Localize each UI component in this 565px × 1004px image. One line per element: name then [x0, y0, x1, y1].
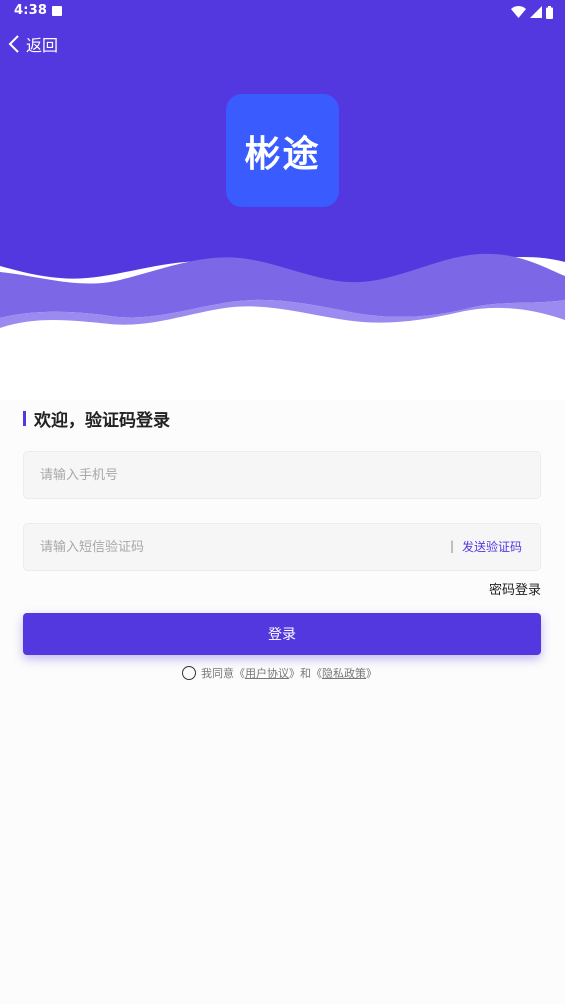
- privacy-policy-link[interactable]: 隐私政策: [322, 667, 366, 680]
- phone-field: [23, 451, 541, 499]
- back-label: 返回: [26, 36, 59, 55]
- status-bar: 4:38: [0, 0, 565, 24]
- sms-code-field: | 发送验证码: [23, 523, 541, 571]
- back-button[interactable]: 返回: [8, 32, 58, 56]
- hero-header: 4:38 返回 彬途: [0, 0, 565, 400]
- agreement-prefix: 我同意《: [201, 667, 245, 680]
- heading-text: 欢迎，验证码登录: [34, 411, 170, 431]
- login-heading: 欢迎，验证码登录: [23, 406, 170, 431]
- sms-code-input[interactable]: [38, 524, 418, 570]
- phone-input[interactable]: [38, 452, 418, 498]
- chevron-left-icon: [8, 35, 19, 53]
- send-code-button[interactable]: 发送验证码: [462, 538, 522, 555]
- heading-accent-bar: [23, 411, 26, 426]
- code-divider: |: [450, 539, 455, 553]
- agreement-suffix: 》: [366, 667, 377, 680]
- agreement-row: 我同意《用户协议》和《隐私政策》: [182, 665, 377, 681]
- agree-checkbox[interactable]: [182, 666, 196, 680]
- wifi-icon: [511, 6, 526, 18]
- notification-app-icon: [52, 6, 62, 16]
- cellular-signal-icon: [530, 6, 542, 18]
- battery-icon: [546, 5, 553, 19]
- agreement-middle: 》和《: [289, 667, 322, 680]
- status-time: 4:38: [14, 3, 48, 18]
- user-agreement-link[interactable]: 用户协议: [245, 667, 289, 680]
- status-icons: [511, 5, 553, 19]
- password-login-link[interactable]: 密码登录: [489, 579, 541, 598]
- agreement-text: 我同意《用户协议》和《隐私政策》: [201, 665, 377, 681]
- login-button[interactable]: 登录: [23, 613, 541, 655]
- app-logo: 彬途: [226, 94, 339, 207]
